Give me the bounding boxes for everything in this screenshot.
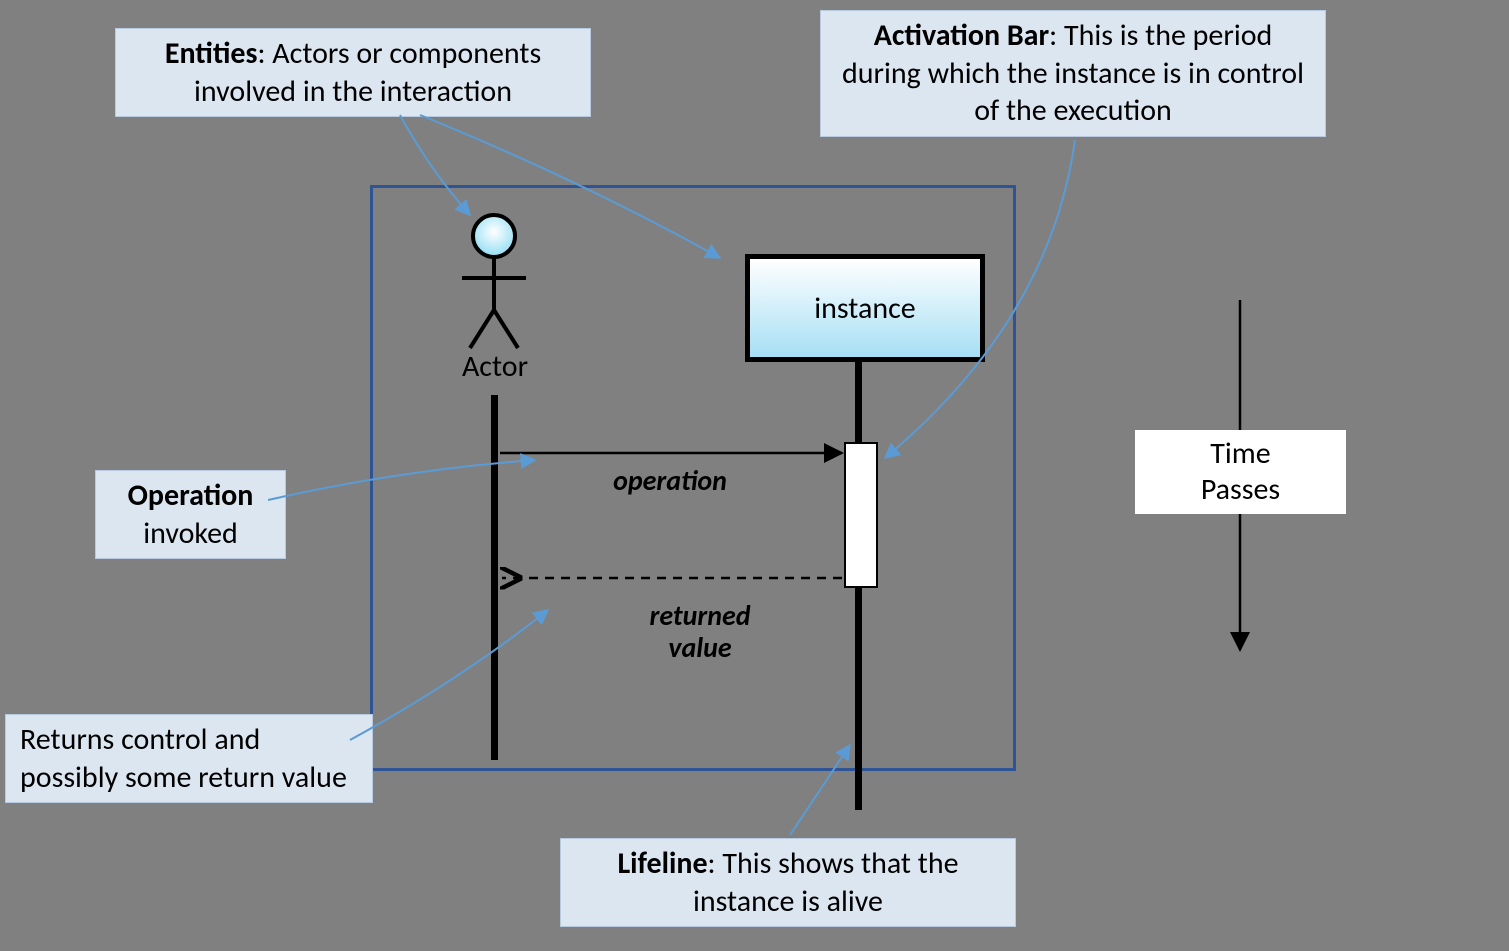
callout-operation: Operationinvoked xyxy=(95,470,286,559)
activation-bar xyxy=(844,442,878,588)
actor-lifeline xyxy=(491,395,498,760)
instance-label: instance xyxy=(814,290,915,327)
operation-message-label: operation xyxy=(570,465,770,497)
callout-activation-bar: Activation Bar: This is the period durin… xyxy=(820,10,1326,137)
callout-returns: Returns control and possibly some return… xyxy=(5,714,373,803)
callout-lifeline: Lifeline: This shows that the instance i… xyxy=(560,838,1016,927)
time-passes-box: Time Passes xyxy=(1135,430,1346,514)
return-message-label: returned value xyxy=(620,600,780,664)
callout-entities: Entities: Actors or components involved … xyxy=(115,28,591,117)
actor-label: Actor xyxy=(455,348,535,385)
instance-box: instance xyxy=(745,254,985,362)
